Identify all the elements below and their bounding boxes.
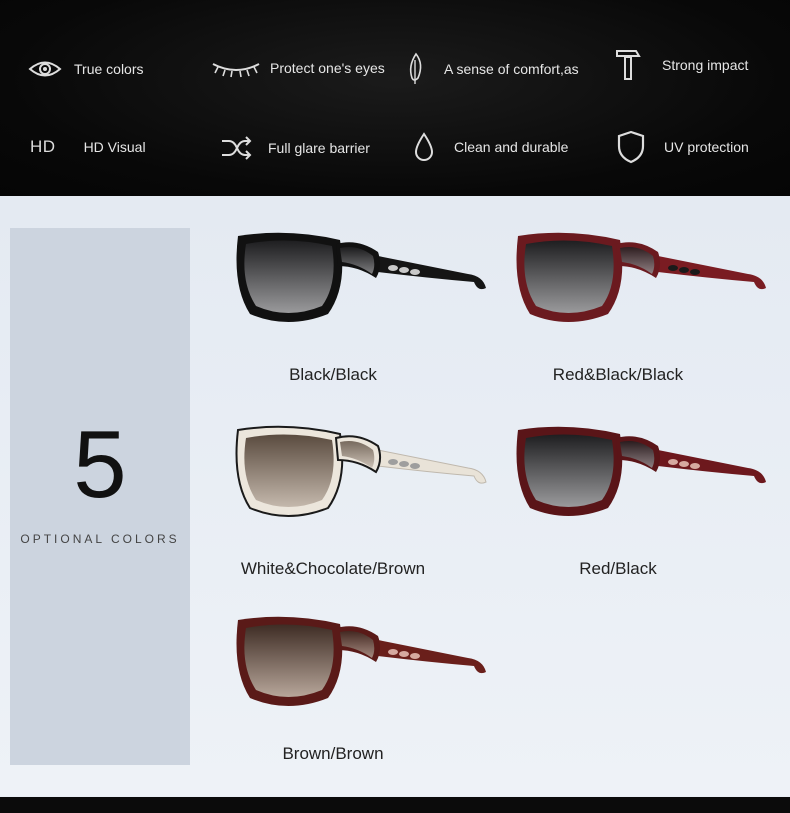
feature-label: A sense of comfort,as [444, 61, 579, 77]
product-label: White&Chocolate/Brown [240, 559, 426, 578]
color-count: 5 [73, 411, 127, 518]
feature-label: True colors [74, 61, 144, 77]
feature-glare-barrier: Full glare barrier [220, 136, 370, 160]
product-image-black-black [236, 232, 486, 322]
feature-label: HD Visual [83, 139, 146, 155]
drop-icon [414, 132, 434, 162]
feature-comfort: A sense of comfort,as [406, 52, 579, 86]
feature-strong-impact: Strong impact [614, 48, 748, 82]
bottom-bar [0, 797, 790, 813]
hd-icon: HD [30, 137, 56, 156]
shield-icon [616, 130, 646, 164]
product-label: Red&Black/Black [552, 365, 684, 384]
feature-label: Full glare barrier [268, 140, 370, 156]
product-label: Red/Black [579, 559, 657, 578]
feature-label: Strong impact [662, 57, 749, 73]
feature-label: Protect one's eyes [270, 60, 385, 76]
product-label: Brown/Brown [282, 744, 384, 763]
feature-true-colors: True colors [28, 58, 144, 80]
feature-uv-protection: UV protection [616, 130, 749, 164]
product-image-white-chocolate-brown [235, 425, 487, 517]
shuffle-icon [220, 136, 252, 160]
eye-icon [28, 58, 62, 80]
feature-clean-durable: Clean and durable [414, 132, 568, 162]
eyelash-icon [210, 58, 262, 78]
hammer-icon [614, 48, 642, 82]
product-image-brown-brown [236, 616, 486, 706]
feature-label: UV protection [664, 139, 749, 155]
product-label: Black/Black [289, 365, 377, 384]
optional-colors-caption: OPTIONAL COLORS [20, 532, 180, 546]
features-banner [0, 0, 790, 196]
feather-icon [406, 52, 426, 86]
product-image-red-black-black [516, 232, 766, 322]
feature-protect-eyes: Protect one's eyes [210, 58, 385, 78]
product-image-red-black [516, 426, 766, 516]
feature-label: Clean and durable [454, 139, 569, 155]
feature-hd-visual: HD HD Visual [30, 137, 146, 157]
